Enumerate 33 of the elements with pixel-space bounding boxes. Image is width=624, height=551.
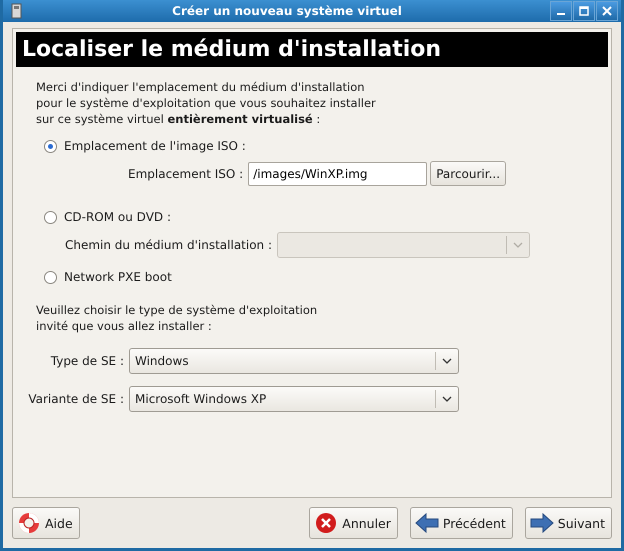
radio-button[interactable]: [44, 140, 57, 152]
cancel-button[interactable]: Annuler: [309, 507, 398, 539]
radio-label[interactable]: Network PXE boot: [64, 270, 172, 284]
close-button[interactable]: [596, 1, 618, 21]
intro-text: Merci d'indiquer l'emplacement du médium d'installation pour le système d'exploitation que vous souhaitez installer sur ce système virtuel entièrement virtualisé :: [36, 79, 376, 127]
field-label: Variante de SE :: [27, 392, 124, 406]
os-dropdown[interactable]: Windows: [129, 348, 459, 374]
field-label: Emplacement ISO :: [128, 166, 244, 180]
os-dropdown[interactable]: Microsoft Windows XP: [129, 386, 459, 412]
field-label: Type de SE :: [50, 354, 124, 368]
caret-icon: [442, 394, 452, 404]
radio-label[interactable]: Emplacement de l'image ISO :: [64, 139, 246, 153]
help-button[interactable]: Aide: [12, 507, 80, 539]
maximize-button[interactable]: [573, 1, 595, 21]
right-arrow-icon: [530, 512, 554, 534]
os-prompt-text: Veuillez choisir le type de système d'exploitation invité que vous allez installer :: [36, 302, 318, 334]
back-button[interactable]: Précédent: [410, 507, 513, 539]
browse-button[interactable]: Parcourir...: [430, 161, 506, 186]
maximize-icon: [579, 6, 589, 16]
field-label: Chemin du médium d'installation :: [65, 238, 272, 252]
radio-button[interactable]: [44, 270, 57, 284]
page-heading: Localiser le médium d'installation: [16, 32, 608, 67]
minimize-button[interactable]: [550, 1, 572, 21]
caret-icon: [442, 356, 452, 366]
cancel-icon: [314, 511, 338, 535]
close-icon: [602, 6, 612, 16]
forward-button[interactable]: Suivant: [524, 507, 612, 539]
left-arrow-icon: [414, 512, 439, 534]
iso-path-field[interactable]: /images/WinXP.img: [248, 162, 428, 186]
minimize-icon: [557, 13, 565, 15]
caret-icon: [513, 240, 524, 250]
lifebuoy-icon: [17, 511, 41, 535]
window-title: Créer un nouveau système virtuel: [171, 4, 403, 18]
